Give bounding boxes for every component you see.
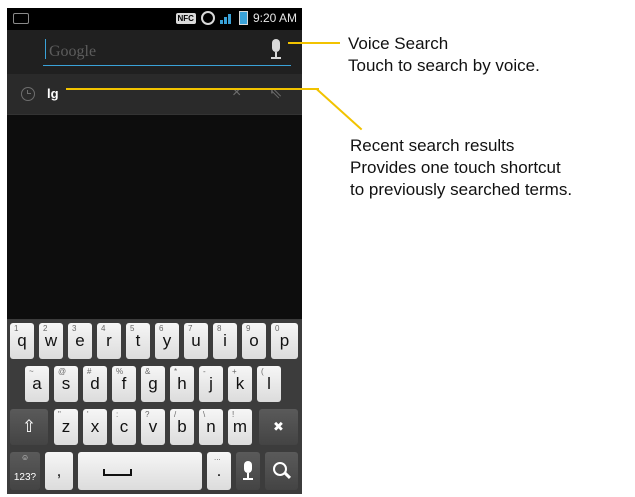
key-r[interactable]: 4r (97, 323, 121, 359)
recent-results-callout-line-diag (315, 88, 363, 131)
search-bar (7, 30, 302, 74)
key-x[interactable]: ' x (83, 409, 107, 445)
key-z[interactable]: " z (54, 409, 78, 445)
search-icon (272, 462, 291, 480)
key-h[interactable]: * h (170, 366, 194, 402)
key-y[interactable]: 6y (155, 323, 179, 359)
signal-icon (219, 12, 234, 24)
comma-key[interactable]: , (45, 452, 73, 490)
text-cursor (45, 39, 46, 59)
recent-results-callout-line-h (66, 88, 319, 90)
key-l[interactable]: (l (257, 366, 281, 402)
key-f[interactable]: % f (112, 366, 136, 402)
key-b[interactable]: / b (170, 409, 194, 445)
voice-search-annotation: Voice Search Touch to search by voice. (348, 33, 540, 77)
search-input[interactable] (47, 40, 271, 64)
keyboard-notification-icon (13, 13, 29, 24)
space-bar-icon (103, 469, 132, 476)
key-o[interactable]: 9o (242, 323, 266, 359)
key-c[interactable]: :c (112, 409, 136, 445)
status-time: 9:20 AM (252, 11, 297, 25)
voice-search-title: Voice Search (348, 34, 449, 53)
status-icons: NFC 9:20 AM (175, 11, 297, 25)
key-u[interactable]: 7u (184, 323, 208, 359)
shift-key[interactable]: ⇧ (10, 409, 48, 445)
insert-query-arrow-icon[interactable]: ⇖ (269, 83, 282, 103)
search-underline (43, 65, 291, 66)
key-i[interactable]: 8i (213, 323, 237, 359)
key-w[interactable]: 2w (39, 323, 63, 359)
recent-search-suggestion[interactable]: lg × ⇖ (7, 74, 302, 115)
voice-search-callout-line (288, 42, 340, 44)
onscreen-keyboard: 1q 2w 3e 4r 5t 6y 7u 8i 9o 0p ~ a @ s # d %… (7, 319, 302, 494)
symbols-key[interactable]: ☺ 123? (10, 452, 40, 490)
shift-arrow-icon: ⇧ (21, 417, 37, 436)
microphone-icon[interactable] (269, 38, 283, 62)
key-n[interactable]: \ n (199, 409, 223, 445)
key-t[interactable]: 5t (126, 323, 150, 359)
key-p[interactable]: 0p (271, 323, 298, 359)
alarm-icon (200, 11, 215, 25)
phone-screen: NFC 9:20 AM lg × ⇖ 1q 2w 3e 4r 5t (7, 8, 302, 494)
key-g[interactable]: & g (141, 366, 165, 402)
nfc-icon: NFC (175, 12, 196, 24)
key-k[interactable]: + k (228, 366, 252, 402)
status-bar: NFC 9:20 AM (7, 8, 302, 30)
keyboard-voice-key[interactable] (236, 452, 260, 490)
results-area (7, 115, 302, 319)
key-d[interactable]: # d (83, 366, 107, 402)
key-v[interactable]: ? v (141, 409, 165, 445)
remove-suggestion-icon[interactable]: × (232, 84, 241, 102)
backspace-key[interactable]: ✖ (259, 409, 298, 445)
keyboard-mic-icon (242, 461, 254, 481)
battery-icon (238, 11, 248, 25)
recent-results-title: Recent search results (350, 136, 515, 155)
search-key[interactable] (265, 452, 298, 490)
voice-search-description: Touch to search by voice. (348, 56, 540, 75)
period-key[interactable]: .... (207, 452, 231, 490)
recent-results-line2: Provides one touch shortcut (350, 158, 561, 177)
space-key[interactable] (78, 452, 202, 490)
emoji-icon: ☺ (21, 453, 30, 462)
key-a[interactable]: ~ a (25, 366, 49, 402)
key-m[interactable]: ! m (228, 409, 252, 445)
recent-results-annotation: Recent search results Provides one touch… (350, 135, 572, 201)
key-s[interactable]: @ s (54, 366, 78, 402)
key-q[interactable]: 1q (10, 323, 34, 359)
suggestion-text[interactable]: lg (47, 86, 59, 101)
history-clock-icon (21, 87, 35, 101)
key-e[interactable]: 3e (68, 323, 92, 359)
key-j[interactable]: -j (199, 366, 223, 402)
recent-results-line3: to previously searched terms. (350, 180, 573, 199)
backspace-icon: ✖ (273, 419, 284, 434)
